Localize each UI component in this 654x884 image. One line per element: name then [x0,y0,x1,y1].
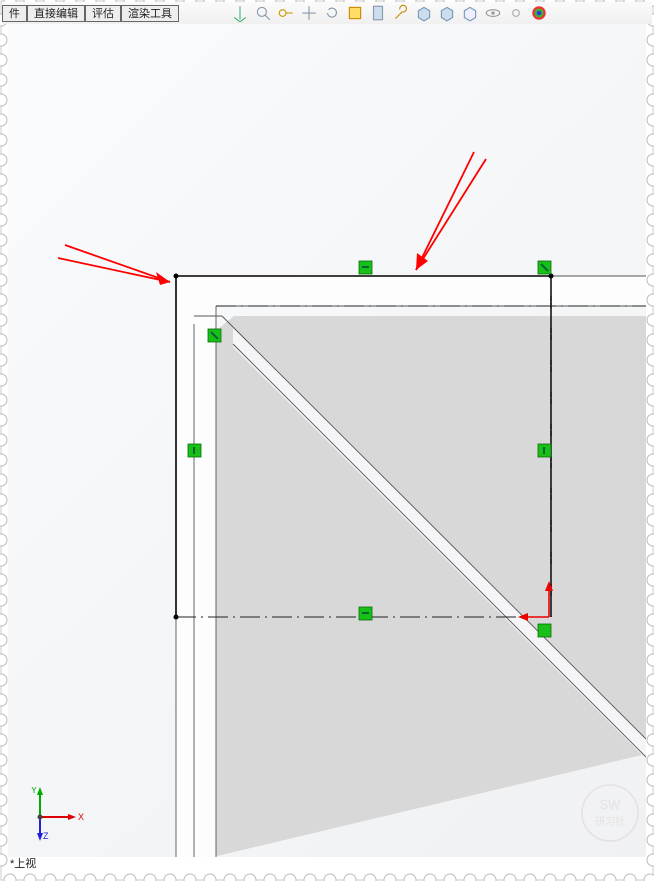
tab-direct-edit[interactable]: 直接编辑 [27,5,85,22]
tab-evaluate[interactable]: 评估 [85,5,121,22]
box3-icon[interactable] [461,4,479,22]
wrench-icon[interactable] [392,4,410,22]
graphics-viewport[interactable] [8,24,646,857]
svg-text:Z: Z [43,831,49,841]
section-icon[interactable] [346,4,364,22]
annotation-arrow-2 [416,152,486,270]
rotate-icon[interactable] [323,4,341,22]
zoom-fit-icon[interactable] [254,4,272,22]
svg-text:研习社: 研习社 [595,815,625,828]
pan-icon[interactable] [300,4,318,22]
annotation-arrow-1 [58,245,170,285]
box2-icon[interactable] [438,4,456,22]
gear-icon[interactable] [507,4,525,22]
svg-text:SW: SW [600,797,622,812]
arrow-axis-icon[interactable] [231,4,249,22]
tab-part[interactable]: 件 [2,5,27,22]
view-toolbar [231,4,548,22]
svg-text:Y: Y [31,787,37,795]
axis-triad[interactable]: X Y Z [28,787,84,843]
tab-render-tools[interactable]: 渲染工具 [121,5,179,22]
svg-text:X: X [78,812,84,822]
key-icon[interactable] [277,4,295,22]
command-manager: 件 直接编辑 评估 渲染工具 [2,2,652,24]
watermark: SW 研习社 [580,783,640,843]
view-indicator: *上视 [10,855,36,871]
eye-icon[interactable] [484,4,502,22]
model-face [213,316,646,857]
appearance-icon[interactable] [530,4,548,22]
document-icon[interactable] [369,4,387,22]
box-icon[interactable] [415,4,433,22]
